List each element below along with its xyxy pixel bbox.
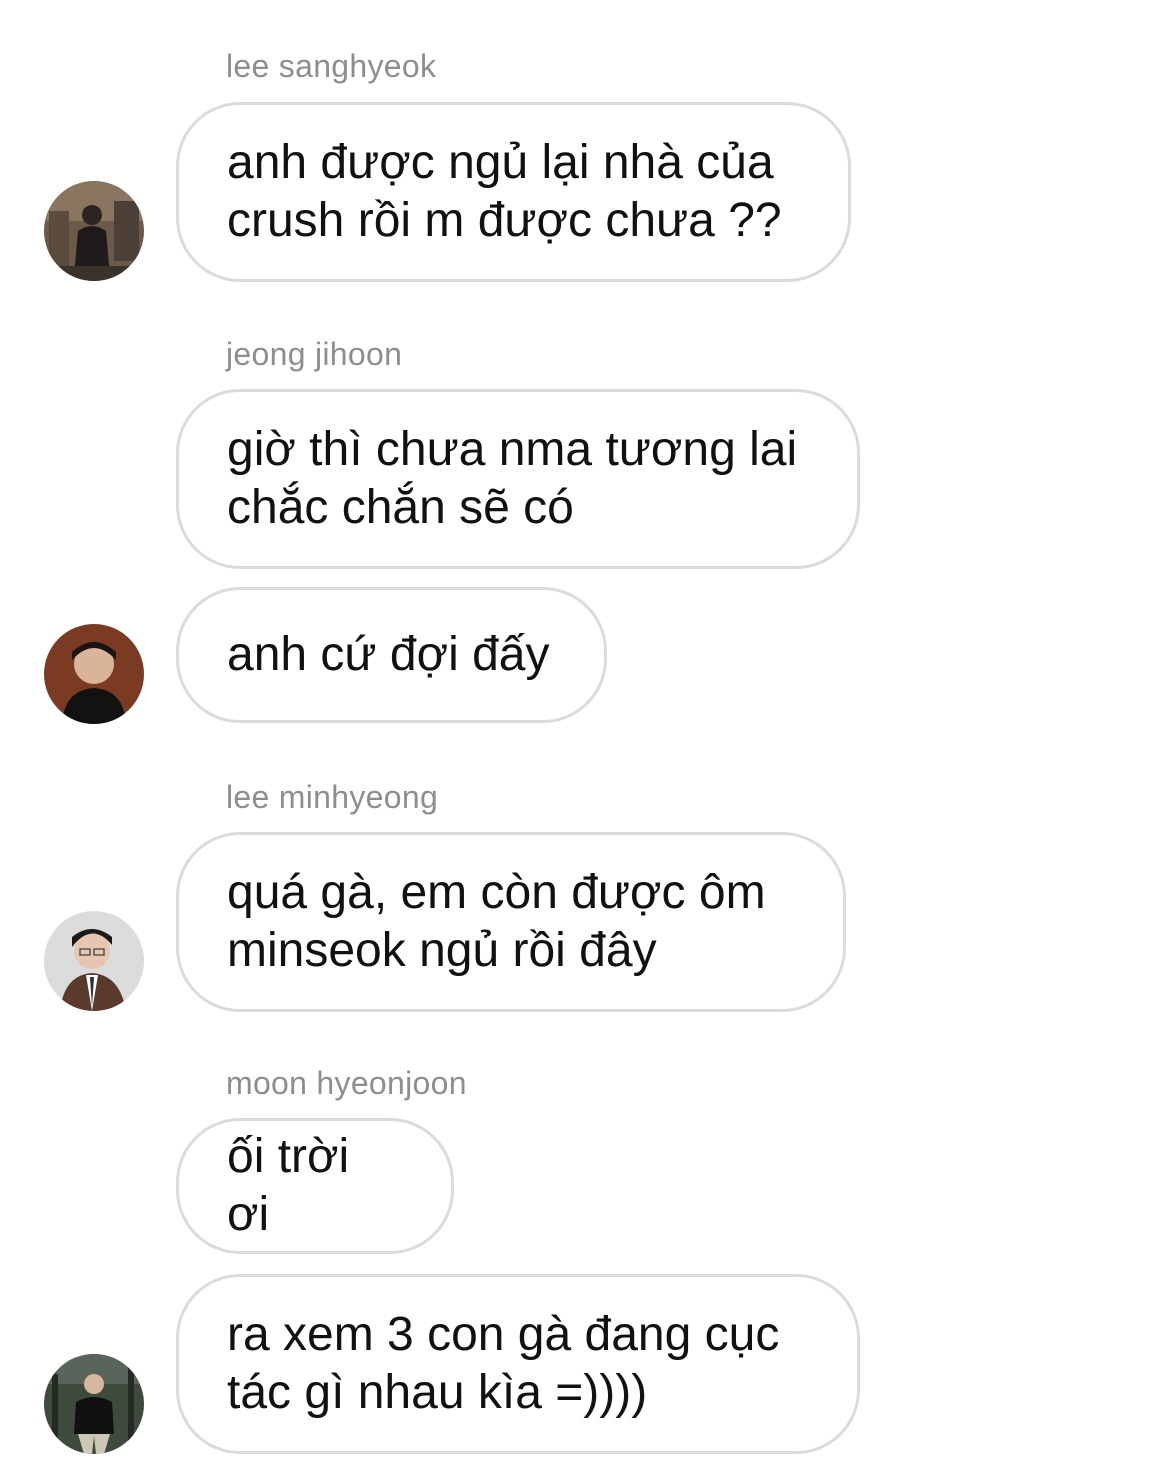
message-bubble[interactable]: quá gà, em còn được ôm minseok ngủ rồi đ…: [176, 832, 846, 1012]
avatar-sanghyeok[interactable]: [44, 181, 144, 281]
message-bubble[interactable]: anh được ngủ lại nhà của crush rồi m đượ…: [176, 102, 851, 282]
message-bubble[interactable]: anh cứ đợi đấy: [176, 587, 607, 723]
message-bubble[interactable]: ra xem 3 con gà đang cục tác gì nhau kìa…: [176, 1274, 860, 1454]
sender-name-lee-sanghyeok: lee sanghyeok: [226, 48, 437, 84]
message-bubble[interactable]: giờ thì chưa nma tương lai chắc chắn sẽ …: [176, 389, 860, 569]
avatar-hyeonjoon[interactable]: [44, 1354, 144, 1454]
avatar-jihoon[interactable]: [44, 624, 144, 724]
sender-name-moon-hyeonjoon: moon hyeonjoon: [226, 1065, 467, 1101]
message-bubble[interactable]: ối trời ơi: [176, 1118, 454, 1254]
avatar-minhyeong[interactable]: [44, 911, 144, 1011]
sender-name-lee-minhyeong: lee minhyeong: [226, 779, 439, 815]
sender-name-jeong-jihoon: jeong jihoon: [226, 336, 403, 372]
